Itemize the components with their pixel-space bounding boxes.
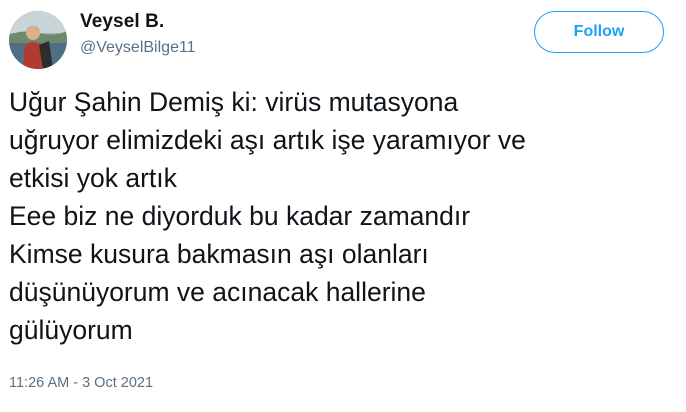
tweet-line: etkisi yok artık [9, 163, 177, 193]
tweet-line: Eee biz ne diyorduk bu kadar zamandır [9, 201, 471, 231]
tweet-line: Uğur Şahin Demiş ki: virüs mutasyona [9, 87, 459, 117]
display-name[interactable]: Veysel B. [80, 11, 164, 33]
user-handle[interactable]: @VeyselBilge11 [80, 39, 196, 57]
tweet-timestamp[interactable]: 11:26 AM - 3 Oct 2021 [9, 375, 153, 391]
avatar[interactable] [9, 11, 67, 69]
tweet-text: Uğur Şahin Demiş ki: virüs mutasyona uğr… [9, 83, 685, 349]
follow-button[interactable]: Follow [534, 11, 664, 53]
tweet-line: Kimse kusura bakmasın aşı olanları [9, 239, 429, 269]
tweet-line: uğruyor elimizdeki aşı artık işe yaramıy… [9, 125, 526, 155]
tweet-line: düşünüyorum ve acınacak hallerine [9, 277, 426, 307]
tweet-line: gülüyorum [9, 315, 133, 345]
profile-photo-icon [9, 11, 67, 69]
